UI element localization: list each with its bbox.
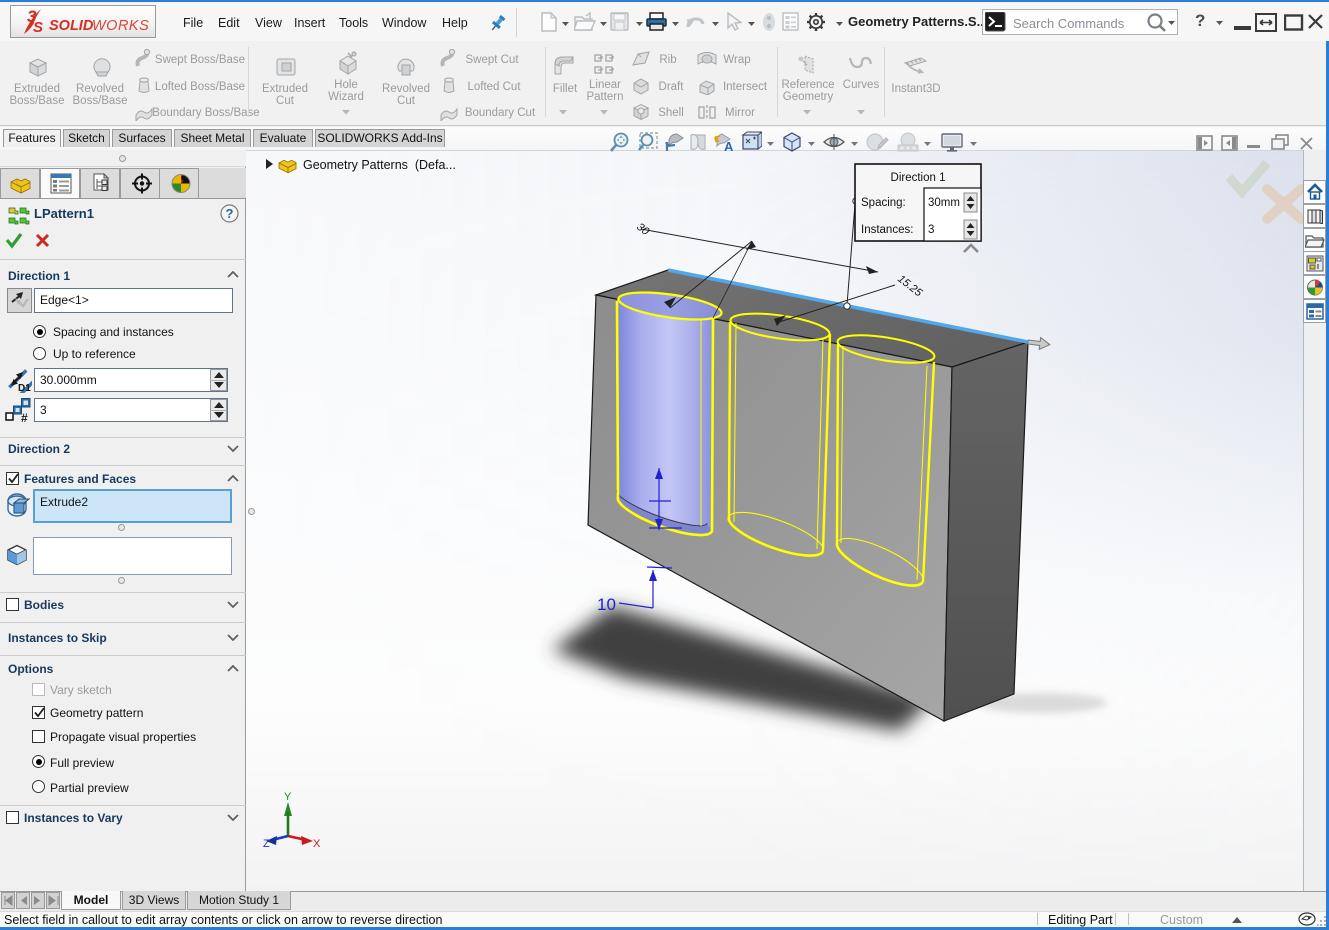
svg-text:30mm: 30mm — [928, 197, 960, 209]
svg-text:?: ? — [226, 206, 234, 221]
svg-text:3: 3 — [928, 224, 934, 236]
svg-text:X: X — [313, 838, 321, 850]
svg-text:S: S — [33, 19, 43, 36]
svg-text:SOLID: SOLID — [49, 18, 94, 34]
svg-text:Instances:: Instances: — [861, 224, 913, 236]
svg-text:Y: Y — [284, 791, 292, 803]
svg-text:Spacing:: Spacing: — [861, 197, 906, 209]
svg-text:#: # — [21, 411, 28, 423]
svg-text:WORKS: WORKS — [92, 18, 149, 34]
svg-text:D1: D1 — [18, 383, 31, 393]
svg-text:10: 10 — [597, 595, 616, 614]
svg-text:Z: Z — [263, 838, 270, 850]
svg-text:A: A — [724, 139, 734, 153]
svg-text:Direction 1: Direction 1 — [891, 172, 946, 184]
